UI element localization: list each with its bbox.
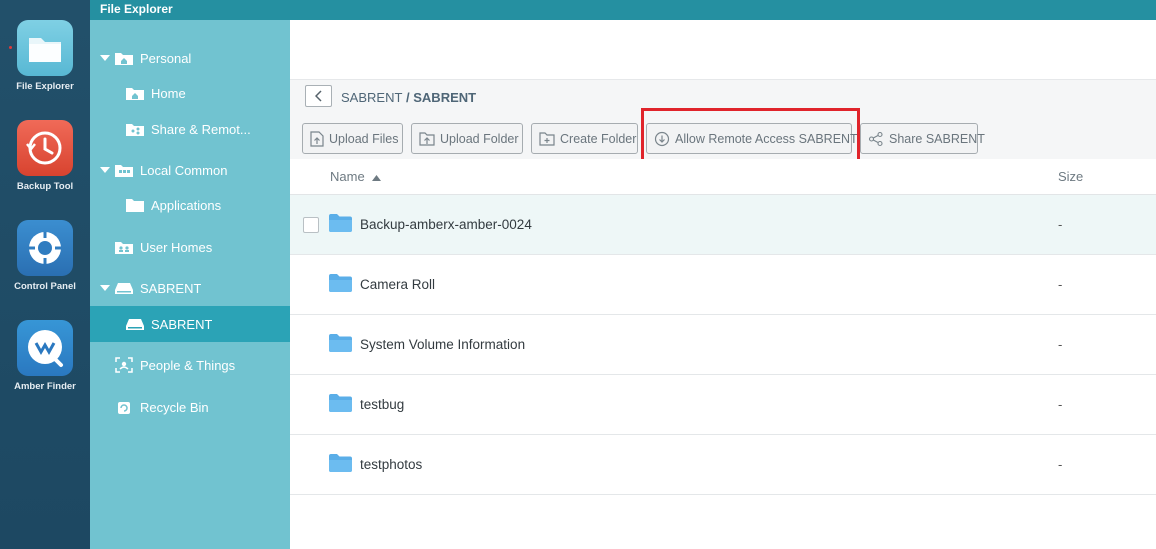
sidebar-item-label: Share & Remot... bbox=[151, 121, 251, 137]
folder-icon bbox=[329, 274, 352, 297]
file-toolbar-area: SABRENT / SABRENT Upload Files Upload Fo… bbox=[290, 79, 1156, 162]
row-checkbox[interactable] bbox=[303, 217, 319, 233]
recycle-bin-icon bbox=[115, 399, 133, 415]
share-button[interactable]: Share SABRENT bbox=[860, 123, 985, 154]
sidebar-item-label: Applications bbox=[151, 197, 222, 213]
upload-files-button[interactable]: Upload Files bbox=[302, 123, 403, 154]
sidebar: Personal Home Share & Remot... Local Com… bbox=[90, 20, 290, 549]
dock-app-amber-finder[interactable]: Amber Finder bbox=[0, 320, 90, 392]
breadcrumb-parent[interactable]: SABRENT bbox=[341, 90, 402, 105]
folder-icon bbox=[126, 197, 144, 213]
breadcrumb-current: SABRENT bbox=[413, 90, 477, 105]
dock-label: File Explorer bbox=[16, 81, 74, 92]
breadcrumb-separator: / bbox=[402, 90, 414, 105]
window-title: File Explorer bbox=[100, 2, 173, 16]
sidebar-item-label: Recycle Bin bbox=[140, 399, 209, 415]
upload-folder-icon bbox=[419, 131, 435, 146]
share-label: Share SABRENT bbox=[889, 131, 985, 146]
breadcrumb: SABRENT / SABRENT bbox=[341, 90, 476, 105]
folder-icon bbox=[329, 394, 352, 417]
sidebar-item-label: User Homes bbox=[140, 239, 213, 255]
upload-folder-button[interactable]: Upload Folder bbox=[411, 123, 523, 154]
file-name[interactable]: Backup-amberx-amber-0024 bbox=[360, 217, 532, 232]
create-folder-label: Create Folder bbox=[560, 131, 637, 146]
folder-icon bbox=[329, 334, 352, 357]
caret-down-icon[interactable] bbox=[100, 283, 110, 293]
sort-ascending-icon bbox=[372, 174, 382, 181]
dock-app-backup-tool[interactable]: Backup Tool bbox=[0, 120, 90, 192]
common-folder-icon bbox=[115, 162, 133, 178]
dock-label: Control Panel bbox=[14, 281, 76, 292]
sidebar-item-sabrent-group[interactable]: SABRENT bbox=[90, 270, 290, 306]
sidebar-item-applications[interactable]: Applications bbox=[90, 187, 290, 223]
folder-icon bbox=[17, 20, 73, 76]
table-row[interactable]: System Volume Information - bbox=[290, 315, 1156, 375]
sidebar-item-label: Home bbox=[151, 85, 186, 101]
sidebar-item-sabrent[interactable]: SABRENT bbox=[90, 306, 290, 342]
table-row[interactable]: Camera Roll - bbox=[290, 255, 1156, 315]
add-folder-icon bbox=[539, 131, 555, 146]
app-dock: File Explorer Backup Tool Control Panel … bbox=[0, 0, 90, 549]
table-header: Name Size bbox=[290, 159, 1156, 195]
file-name[interactable]: testbug bbox=[360, 397, 404, 412]
folder-icon bbox=[329, 214, 352, 237]
sidebar-item-share-remote[interactable]: Share & Remot... bbox=[90, 111, 290, 147]
caret-down-icon[interactable] bbox=[100, 53, 110, 63]
back-button[interactable] bbox=[305, 85, 332, 107]
main-content: SABRENT / SABRENT Upload Files Upload Fo… bbox=[290, 20, 1156, 549]
sidebar-item-local-common[interactable]: Local Common bbox=[90, 152, 290, 188]
sidebar-item-user-homes[interactable]: User Homes bbox=[90, 229, 290, 265]
chevron-left-icon bbox=[314, 90, 322, 102]
column-name-label: Name bbox=[330, 169, 365, 184]
upload-folder-label: Upload Folder bbox=[440, 131, 519, 146]
table-row[interactable]: testphotos - bbox=[290, 435, 1156, 495]
sidebar-item-label: SABRENT bbox=[140, 280, 202, 296]
highlight-box bbox=[641, 108, 860, 162]
sidebar-item-home[interactable]: Home bbox=[90, 75, 290, 111]
caret-down-icon[interactable] bbox=[100, 165, 110, 175]
sidebar-item-people-things[interactable]: People & Things bbox=[90, 347, 290, 383]
dock-app-file-explorer[interactable]: File Explorer bbox=[0, 20, 90, 92]
file-name[interactable]: Camera Roll bbox=[360, 277, 435, 292]
window-titlebar: File Explorer bbox=[90, 0, 1156, 20]
file-name[interactable]: System Volume Information bbox=[360, 337, 525, 352]
share-folder-icon bbox=[126, 121, 144, 137]
sidebar-item-label: People & Things bbox=[140, 357, 236, 373]
upload-file-icon bbox=[310, 130, 324, 147]
dock-label: Backup Tool bbox=[16, 181, 74, 192]
file-size: - bbox=[1058, 457, 1063, 472]
sidebar-item-label: Personal bbox=[140, 50, 192, 66]
folder-icon bbox=[329, 454, 352, 477]
file-name[interactable]: testphotos bbox=[360, 457, 422, 472]
dock-label: Amber Finder bbox=[14, 381, 76, 392]
drive-icon bbox=[126, 316, 144, 332]
file-size: - bbox=[1058, 337, 1063, 352]
column-name-header[interactable]: Name bbox=[330, 169, 382, 184]
sidebar-item-personal[interactable]: Personal bbox=[90, 40, 290, 76]
gear-icon bbox=[17, 220, 73, 276]
file-size: - bbox=[1058, 217, 1063, 232]
sidebar-item-recycle-bin[interactable]: Recycle Bin bbox=[90, 389, 290, 425]
home-folder-icon bbox=[115, 50, 133, 66]
table-row[interactable]: Backup-amberx-amber-0024 - bbox=[290, 195, 1156, 255]
sidebar-item-label: Local Common bbox=[140, 162, 228, 178]
file-size: - bbox=[1058, 277, 1063, 292]
column-size-header[interactable]: Size bbox=[1058, 169, 1083, 184]
dock-app-control-panel[interactable]: Control Panel bbox=[0, 220, 90, 292]
share-icon bbox=[868, 131, 884, 147]
users-folder-icon bbox=[115, 239, 133, 255]
create-folder-button[interactable]: Create Folder bbox=[531, 123, 638, 154]
upload-files-label: Upload Files bbox=[329, 131, 399, 146]
backup-clock-icon bbox=[17, 120, 73, 176]
file-size: - bbox=[1058, 397, 1063, 412]
table-row[interactable]: testbug - bbox=[290, 375, 1156, 435]
home-folder-icon bbox=[126, 85, 144, 101]
face-scan-icon bbox=[115, 357, 133, 373]
sidebar-item-label: SABRENT bbox=[151, 316, 213, 332]
drive-icon bbox=[115, 280, 133, 296]
amber-finder-icon bbox=[17, 320, 73, 376]
